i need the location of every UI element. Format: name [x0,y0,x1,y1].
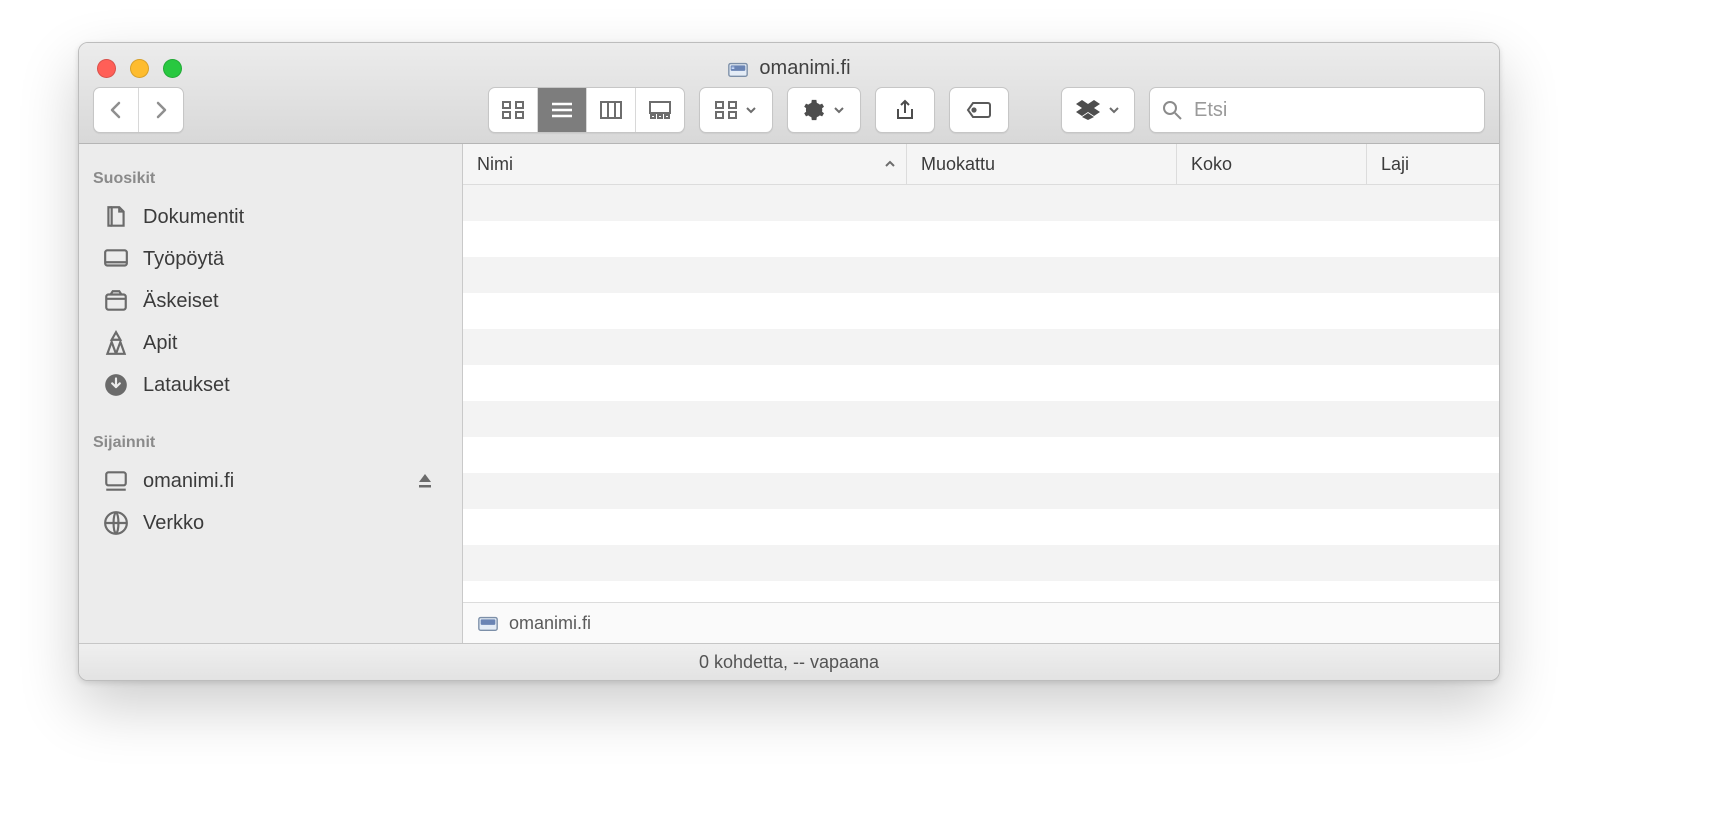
sidebar-item-label: Lataukset [143,374,230,397]
server-icon [477,612,499,634]
empty-row [463,545,1499,581]
empty-row [463,437,1499,473]
sidebar-item-label: Työpöytä [143,248,224,271]
search-input[interactable] [1192,98,1472,123]
sidebar-item-label: Apit [143,332,177,355]
toolbar [93,87,1485,133]
computer-icon [103,468,129,494]
apps-icon [103,330,129,356]
empty-row [463,185,1499,221]
recents-icon [103,288,129,314]
gallery-view-button[interactable] [636,88,684,132]
share-button[interactable] [875,87,935,133]
sidebar-item-desktop[interactable]: Työpöytä [79,238,462,280]
chevron-down-icon [1108,104,1120,116]
file-rows [463,185,1499,602]
sidebar-item-label: omanimi.fi [143,470,234,493]
status-bar: 0 kohdetta, -- vapaana [79,643,1499,680]
search-field[interactable] [1149,87,1485,133]
sidebar-section-favorites: Suosikit [79,162,462,196]
titlebar: omanimi.fi [79,43,1499,144]
column-view-button[interactable] [587,88,636,132]
share-icon [895,99,915,121]
sidebar: Suosikit Dokumentit Työpöytä Äskeiset Ap… [79,144,463,643]
column-name-label: Nimi [477,154,513,175]
column-name[interactable]: Nimi [463,144,907,184]
sort-asc-icon [884,158,896,170]
list-view-button[interactable] [538,88,587,132]
sidebar-item-recents[interactable]: Äskeiset [79,280,462,322]
action-button[interactable] [787,87,861,133]
eject-icon[interactable] [416,472,434,490]
path-bar-text: omanimi.fi [509,613,591,634]
file-list-pane: Nimi Muokattu Koko Laji [463,144,1499,643]
group-by-button[interactable] [699,87,773,133]
window-title: omanimi.fi [79,57,1499,80]
view-switcher [488,87,685,133]
desktop-icon [103,246,129,272]
column-headers: Nimi Muokattu Koko Laji [463,144,1499,185]
empty-row [463,473,1499,509]
dropbox-button[interactable] [1061,87,1135,133]
nav-buttons [93,87,184,133]
tag-icon [966,101,992,119]
sidebar-item-label: Äskeiset [143,290,219,313]
empty-row [463,509,1499,545]
sidebar-item-server[interactable]: omanimi.fi [79,460,462,502]
sidebar-item-apps[interactable]: Apit [79,322,462,364]
search-icon [1162,100,1182,120]
empty-row [463,365,1499,401]
empty-row [463,401,1499,437]
empty-row [463,293,1499,329]
sidebar-item-label: Verkko [143,512,204,535]
sidebar-item-network[interactable]: Verkko [79,502,462,544]
server-icon [727,58,749,80]
column-size[interactable]: Koko [1177,144,1367,184]
back-button[interactable] [94,88,139,132]
empty-row [463,221,1499,257]
column-modified[interactable]: Muokattu [907,144,1177,184]
path-bar[interactable]: omanimi.fi [463,602,1499,643]
chevron-down-icon [833,104,845,116]
window-title-text: omanimi.fi [759,57,850,80]
network-icon [103,510,129,536]
tags-button[interactable] [949,87,1009,133]
sidebar-item-downloads[interactable]: Lataukset [79,364,462,406]
gear-icon [803,99,825,121]
sidebar-section-locations: Sijainnit [79,426,462,460]
finder-window: omanimi.fi [78,42,1500,681]
sidebar-item-documents[interactable]: Dokumentit [79,196,462,238]
status-text: 0 kohdetta, -- vapaana [699,652,879,673]
downloads-icon [103,372,129,398]
group-icon [715,101,737,119]
empty-row [463,329,1499,365]
column-kind[interactable]: Laji [1367,144,1499,184]
icon-view-button[interactable] [489,88,538,132]
empty-row [463,257,1499,293]
sidebar-item-label: Dokumentit [143,206,244,229]
dropbox-icon [1076,100,1100,120]
forward-button[interactable] [139,88,183,132]
chevron-down-icon [745,104,757,116]
documents-icon [103,204,129,230]
